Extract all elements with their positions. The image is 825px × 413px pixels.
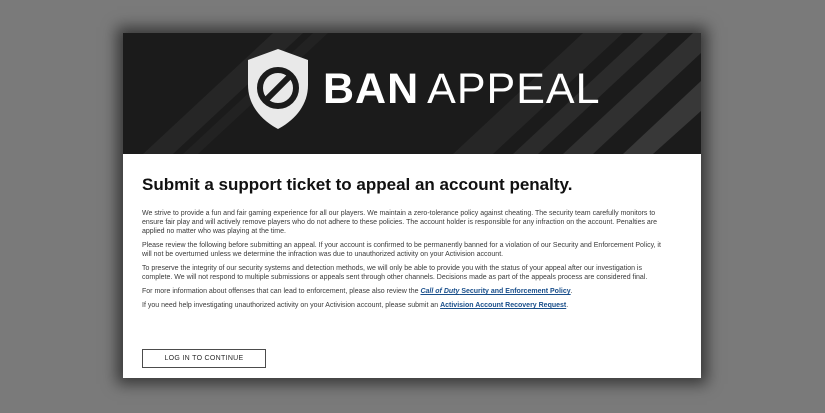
policy-prefix: For more information about offenses that… [142, 288, 421, 295]
policy-suffix: . [570, 288, 573, 295]
paragraph-integrity: To preserve the integrity of our securit… [142, 265, 648, 281]
page-title: Submit a support ticket to appeal an acc… [142, 175, 573, 194]
shield-ban-icon [248, 49, 308, 129]
recovery-prefix: If you need help investigating unauthori… [142, 302, 441, 309]
policy-link-game: Call of Duty [420, 288, 460, 295]
recovery-suffix: . [566, 302, 569, 309]
paragraph-policy: For more information about offenses that… [142, 287, 664, 296]
paragraph-review: Please review the following before submi… [142, 242, 661, 258]
logo-text-light: APPEAL [427, 64, 601, 113]
banner: BAN APPEAL [123, 33, 701, 154]
policy-link-rest: Security and Enforcement Policy [459, 288, 571, 295]
login-button[interactable]: LOG IN TO CONTINUE [142, 349, 266, 368]
logo-text-bold: BAN [323, 64, 420, 113]
ban-appeal-logo: BAN APPEAL [245, 47, 601, 131]
account-recovery-link[interactable]: Activision Account Recovery Request [440, 302, 566, 309]
appeal-content: Submit a support ticket to appeal an acc… [142, 175, 664, 315]
security-policy-link[interactable]: Call of Duty Security and Enforcement Po… [420, 288, 570, 295]
logo-text: BAN APPEAL [323, 64, 601, 113]
paragraph-fair-play: We strive to provide a fun and fair gami… [142, 210, 658, 235]
paragraph-recovery: If you need help investigating unauthori… [142, 301, 664, 310]
ban-appeal-modal: BAN APPEAL Submit a support ticket to app… [123, 33, 701, 378]
